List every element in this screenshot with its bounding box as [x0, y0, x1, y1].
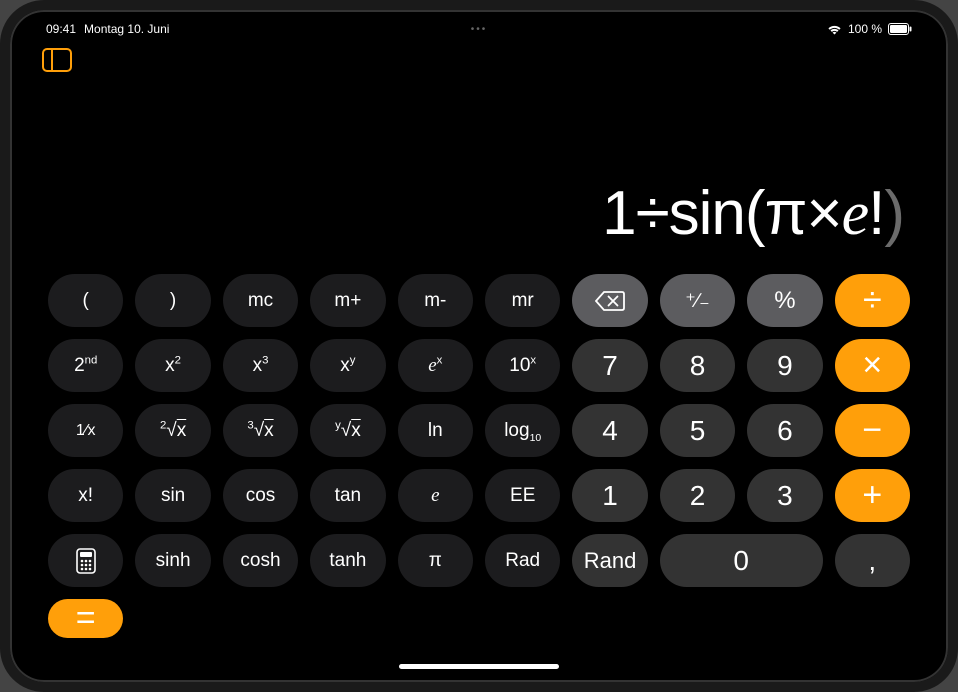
cos-button[interactable]: cos: [223, 469, 298, 522]
cosh-button[interactable]: cosh: [223, 534, 298, 587]
tenpowx-button[interactable]: 10x: [485, 339, 560, 392]
minus-button[interactable]: −: [835, 404, 910, 457]
sin-button[interactable]: sin: [135, 469, 210, 522]
calculator-mode-button[interactable]: [48, 534, 123, 587]
e-button[interactable]: e: [398, 469, 473, 522]
mplus-button[interactable]: m+: [310, 274, 385, 327]
four-button[interactable]: 4: [572, 404, 647, 457]
mminus-button[interactable]: m-: [398, 274, 473, 327]
six-button[interactable]: 6: [747, 404, 822, 457]
ipad-frame: 09:41 Montag 10. Juni ••• 100 % 1÷sin(π×…: [0, 0, 958, 692]
plus-button[interactable]: +: [835, 469, 910, 522]
nine-button[interactable]: 9: [747, 339, 822, 392]
five-button[interactable]: 5: [660, 404, 735, 457]
sqrt-button[interactable]: 2√x: [135, 404, 210, 457]
decimal-button[interactable]: ,: [835, 534, 910, 587]
multiply-button[interactable]: ×: [835, 339, 910, 392]
cbrt-button[interactable]: 3√x: [223, 404, 298, 457]
battery-text: 100 %: [848, 22, 882, 36]
divide-button[interactable]: ÷: [835, 274, 910, 327]
equals-button[interactable]: =: [48, 599, 123, 638]
xsquared-button[interactable]: x2: [135, 339, 210, 392]
second-button[interactable]: 2nd: [48, 339, 123, 392]
tanh-button[interactable]: tanh: [310, 534, 385, 587]
toolbar: [18, 40, 940, 76]
eight-button[interactable]: 8: [660, 339, 735, 392]
log10-button[interactable]: log10: [485, 404, 560, 457]
ln-button[interactable]: ln: [398, 404, 473, 457]
mc-button[interactable]: mc: [223, 274, 298, 327]
yroot-button[interactable]: y√x: [310, 404, 385, 457]
sidebar-toggle-icon[interactable]: [42, 48, 72, 72]
screen: 09:41 Montag 10. Juni ••• 100 % 1÷sin(π×…: [18, 18, 940, 674]
rand-button[interactable]: Rand: [572, 534, 647, 587]
plusminus-button[interactable]: ⁺∕₋: [660, 274, 735, 327]
calculator-icon: [76, 548, 96, 574]
status-date: Montag 10. Juni: [84, 22, 169, 36]
zero-button[interactable]: 0: [660, 534, 823, 587]
three-button[interactable]: 3: [747, 469, 822, 522]
two-button[interactable]: 2: [660, 469, 735, 522]
expression-display[interactable]: 1÷sin(π×e!): [18, 76, 940, 268]
battery-icon: [888, 23, 912, 35]
reciprocal-button[interactable]: 1⁄x: [48, 404, 123, 457]
epowx-button[interactable]: ex: [398, 339, 473, 392]
rparen-button[interactable]: ): [135, 274, 210, 327]
xcubed-button[interactable]: x3: [223, 339, 298, 392]
status-time: 09:41: [46, 22, 76, 36]
pi-button[interactable]: π: [398, 534, 473, 587]
status-bar: 09:41 Montag 10. Juni ••• 100 %: [18, 18, 940, 40]
home-indicator[interactable]: [399, 664, 559, 669]
ee-button[interactable]: EE: [485, 469, 560, 522]
sinh-button[interactable]: sinh: [135, 534, 210, 587]
backspace-button[interactable]: [572, 274, 647, 327]
mr-button[interactable]: mr: [485, 274, 560, 327]
factorial-button[interactable]: x!: [48, 469, 123, 522]
one-button[interactable]: 1: [572, 469, 647, 522]
rad-button[interactable]: Rad: [485, 534, 560, 587]
seven-button[interactable]: 7: [572, 339, 647, 392]
backspace-icon: [595, 290, 625, 312]
lparen-button[interactable]: (: [48, 274, 123, 327]
xpowy-button[interactable]: xy: [310, 339, 385, 392]
multitask-dots[interactable]: •••: [471, 24, 488, 35]
wifi-icon: [827, 24, 842, 35]
tan-button[interactable]: tan: [310, 469, 385, 522]
percent-button[interactable]: %: [747, 274, 822, 327]
keypad: ( ) mc m+ m- mr ⁺∕₋ % ÷ 2nd x2 x3 xy ex …: [18, 268, 940, 674]
